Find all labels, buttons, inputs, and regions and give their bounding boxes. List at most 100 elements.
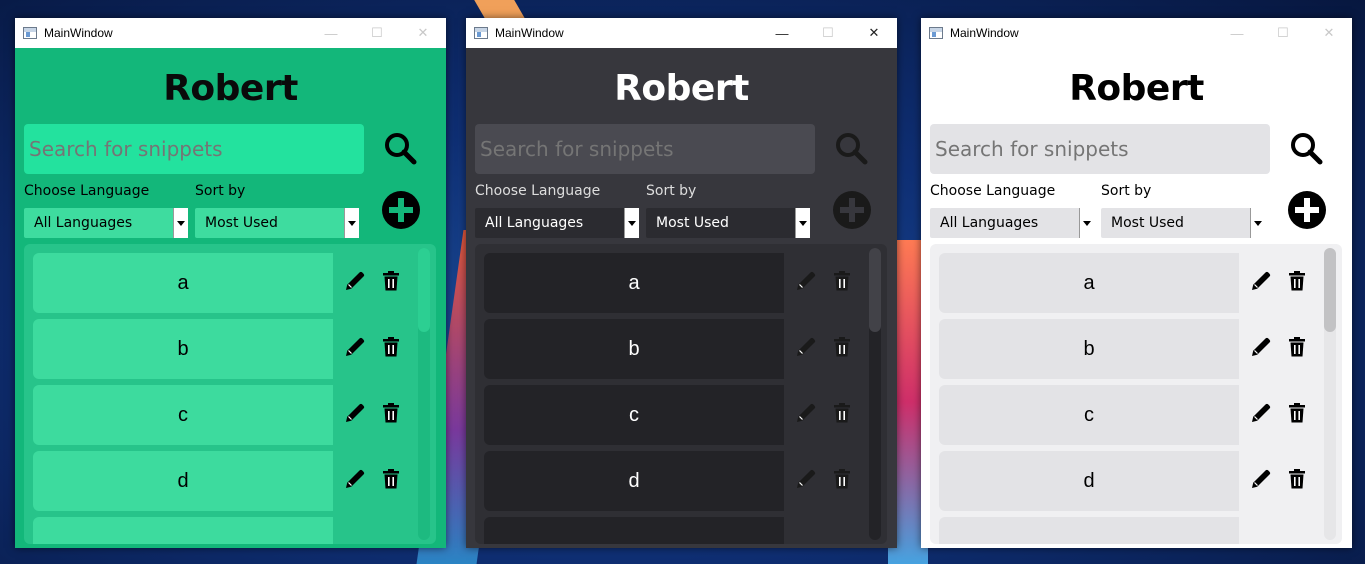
sort-select-value: Most Used [1111, 215, 1184, 231]
maximize-icon[interactable]: ☐ [805, 18, 851, 48]
plus-circle-icon[interactable] [832, 190, 872, 230]
search-icon[interactable] [382, 130, 418, 166]
window-controls: — ☐ ✕ [308, 18, 446, 48]
search-icon[interactable] [1288, 130, 1324, 166]
scrollbar[interactable] [418, 248, 430, 540]
scroll-thumb[interactable] [869, 248, 881, 332]
plus-circle-icon[interactable] [1287, 190, 1327, 230]
pencil-icon[interactable] [1249, 467, 1273, 495]
trash-icon[interactable] [830, 335, 854, 363]
pencil-icon[interactable] [794, 335, 818, 363]
snippet-actions [784, 319, 864, 379]
snippet-button[interactable]: b [484, 319, 784, 379]
trash-icon[interactable] [830, 467, 854, 495]
pencil-icon[interactable] [794, 467, 818, 495]
trash-icon[interactable] [1285, 269, 1309, 297]
pencil-icon[interactable] [1249, 269, 1273, 297]
trash-icon[interactable] [830, 269, 854, 297]
chevron-down-icon[interactable] [624, 208, 639, 238]
minimize-icon[interactable]: — [308, 18, 354, 48]
scroll-thumb[interactable] [418, 248, 430, 332]
snippet-button[interactable]: c [939, 385, 1239, 445]
pencil-icon[interactable] [343, 467, 367, 495]
sort-select[interactable]: Most Used [646, 208, 810, 238]
sort-select[interactable]: Most Used [195, 208, 359, 238]
minimize-icon[interactable]: — [759, 18, 805, 48]
language-select[interactable]: All Languages [930, 208, 1094, 238]
trash-icon[interactable] [1285, 401, 1309, 429]
snippet-row: d [33, 451, 413, 511]
snippet-button[interactable]: d [484, 451, 784, 511]
snippet-actions [1239, 385, 1319, 445]
pencil-icon[interactable] [794, 401, 818, 429]
search-icon[interactable] [833, 130, 869, 166]
pencil-icon[interactable] [343, 401, 367, 429]
chevron-down-icon[interactable] [795, 208, 810, 238]
snippet-button[interactable]: d [939, 451, 1239, 511]
snippet-list: a b c d [24, 244, 436, 544]
pencil-icon[interactable] [343, 335, 367, 363]
snippet-button[interactable] [939, 517, 1239, 544]
snippet-button[interactable]: b [939, 319, 1239, 379]
language-select[interactable]: All Languages [475, 208, 639, 238]
main-window-light: MainWindow — ☐ ✕ Robert Choose Language … [921, 18, 1352, 548]
trash-icon[interactable] [379, 401, 403, 429]
minimize-icon[interactable]: — [1214, 18, 1260, 48]
title-bar[interactable]: MainWindow — ☐ ✕ [15, 18, 446, 48]
trash-icon[interactable] [379, 467, 403, 495]
window-content: Robert Choose Language Sort by All Langu… [466, 48, 897, 548]
maximize-icon[interactable]: ☐ [354, 18, 400, 48]
search-input[interactable] [24, 124, 364, 174]
username-heading: Robert [614, 68, 749, 109]
scrollbar[interactable] [1324, 248, 1336, 540]
pencil-icon[interactable] [1249, 335, 1273, 363]
choose-language-label: Choose Language [930, 183, 1056, 199]
pencil-icon[interactable] [1249, 401, 1273, 429]
scrollbar[interactable] [869, 248, 881, 540]
snippet-actions [1239, 451, 1319, 511]
snippet-button[interactable]: a [484, 253, 784, 313]
trash-icon[interactable] [379, 335, 403, 363]
snippet-button[interactable]: a [33, 253, 333, 313]
snippet-actions [1239, 319, 1319, 379]
close-icon[interactable]: ✕ [400, 18, 446, 48]
chevron-down-icon[interactable] [173, 208, 188, 238]
scroll-thumb[interactable] [1324, 248, 1336, 332]
snippet-row: d [939, 451, 1319, 511]
chevron-down-icon[interactable] [344, 208, 359, 238]
close-icon[interactable]: ✕ [1306, 18, 1352, 48]
search-input[interactable] [930, 124, 1270, 174]
snippet-button[interactable]: d [33, 451, 333, 511]
snippet-button[interactable]: c [484, 385, 784, 445]
trash-icon[interactable] [1285, 335, 1309, 363]
maximize-icon[interactable]: ☐ [1260, 18, 1306, 48]
trash-icon[interactable] [1285, 467, 1309, 495]
window-title: MainWindow [44, 26, 113, 40]
snippet-row: b [484, 319, 864, 379]
close-icon[interactable]: ✕ [851, 18, 897, 48]
plus-circle-icon[interactable] [381, 190, 421, 230]
chevron-down-icon[interactable] [1079, 208, 1094, 238]
snippet-button[interactable]: b [33, 319, 333, 379]
snippet-row: c [939, 385, 1319, 445]
language-select-value: All Languages [940, 215, 1039, 231]
trash-icon[interactable] [379, 269, 403, 297]
snippet-button[interactable]: c [33, 385, 333, 445]
snippet-button[interactable] [33, 517, 333, 544]
chevron-down-icon[interactable] [1250, 208, 1265, 238]
snippet-actions [333, 385, 413, 445]
trash-icon[interactable] [830, 401, 854, 429]
search-input[interactable] [475, 124, 815, 174]
choose-language-label: Choose Language [24, 183, 150, 199]
snippet-row: c [33, 385, 413, 445]
pencil-icon[interactable] [794, 269, 818, 297]
title-bar[interactable]: MainWindow — ☐ ✕ [466, 18, 897, 48]
title-bar[interactable]: MainWindow — ☐ ✕ [921, 18, 1352, 48]
pencil-icon[interactable] [343, 269, 367, 297]
snippet-actions [1239, 253, 1319, 313]
snippet-actions [333, 517, 413, 544]
snippet-button[interactable]: a [939, 253, 1239, 313]
snippet-button[interactable] [484, 517, 784, 544]
sort-select[interactable]: Most Used [1101, 208, 1265, 238]
language-select[interactable]: All Languages [24, 208, 188, 238]
